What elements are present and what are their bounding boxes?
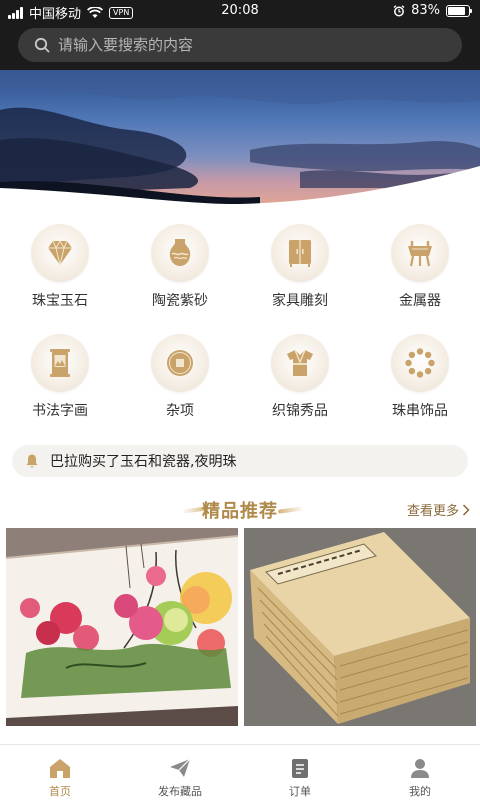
sunset-sky-image — [0, 70, 480, 210]
category-grid: 珠宝玉石 陶瓷紫砂 家具雕刻 金属器 书法字画 杂项 织锦秀品 珠串饰品 — [0, 218, 480, 433]
peony-painting-image — [6, 528, 238, 726]
paper-plane-icon — [170, 758, 191, 777]
category-calligraphy[interactable]: 书法字画 — [0, 334, 120, 420]
ancient-book-stack-image — [244, 528, 476, 726]
bead-bracelet-icon — [405, 348, 435, 378]
category-brocade[interactable]: 织锦秀品 — [240, 334, 360, 420]
robe-icon — [287, 349, 313, 376]
battery-level — [448, 6, 465, 15]
bottom-tab-bar: 首页 发布藏品 订单 我的 — [0, 744, 480, 800]
search-input[interactable] — [58, 36, 438, 54]
category-misc[interactable]: 杂项 — [120, 334, 240, 420]
tab-home[interactable]: 首页 — [0, 745, 120, 800]
category-label: 家具雕刻 — [272, 293, 328, 309]
category-metalware[interactable]: 金属器 — [360, 224, 480, 310]
gem-icon — [48, 239, 72, 266]
tab-orders[interactable]: 订单 — [240, 745, 360, 800]
tab-label: 订单 — [289, 785, 311, 798]
tab-label: 首页 — [49, 785, 71, 798]
category-label: 珠宝玉石 — [32, 293, 88, 309]
cabinet-icon — [289, 240, 311, 267]
announcement-bar[interactable]: 巴拉购买了玉石和瓷器,夜明珠 — [12, 445, 468, 477]
tab-label: 我的 — [409, 785, 431, 798]
category-ceramics[interactable]: 陶瓷紫砂 — [120, 224, 240, 310]
home-icon — [50, 759, 70, 778]
bronze-ding-icon — [408, 241, 432, 267]
order-list-icon — [292, 759, 308, 778]
search-header — [0, 22, 480, 70]
category-label: 书法字画 — [32, 403, 88, 419]
user-icon — [411, 759, 429, 778]
featured-header: 精品推荐 查看更多 — [0, 495, 480, 523]
category-label: 陶瓷紫砂 — [152, 293, 208, 309]
battery-icon — [446, 4, 472, 17]
category-label: 织锦秀品 — [272, 403, 328, 419]
featured-products — [0, 528, 480, 728]
product-card[interactable] — [244, 528, 476, 726]
search-bar[interactable] — [18, 28, 462, 62]
product-card[interactable] — [6, 528, 238, 726]
hero-banner[interactable] — [0, 70, 480, 210]
chevron-right-icon — [462, 503, 470, 516]
battery-percent: 83% — [411, 3, 440, 18]
see-more-label: 查看更多 — [406, 504, 459, 519]
tab-profile[interactable]: 我的 — [360, 745, 480, 800]
search-icon — [34, 37, 50, 53]
bell-icon — [26, 454, 38, 468]
category-furniture[interactable]: 家具雕刻 — [240, 224, 360, 310]
see-more-link[interactable]: 查看更多 — [407, 500, 470, 519]
painting-scroll-icon — [50, 349, 70, 377]
alarm-icon — [393, 4, 405, 16]
coin-icon — [167, 350, 193, 376]
category-jewelry[interactable]: 珠宝玉石 — [0, 224, 120, 310]
category-label: 珠串饰品 — [392, 403, 448, 419]
category-label: 杂项 — [166, 403, 194, 419]
announcement-text: 巴拉购买了玉石和瓷器,夜明珠 — [50, 454, 237, 470]
category-beads[interactable]: 珠串饰品 — [360, 334, 480, 420]
vase-icon — [169, 239, 191, 266]
category-label: 金属器 — [399, 293, 441, 309]
status-bar: 中国移动 VPN 20:08 83% — [0, 0, 480, 22]
tab-label: 发布藏品 — [158, 785, 202, 798]
tab-publish[interactable]: 发布藏品 — [120, 745, 240, 800]
